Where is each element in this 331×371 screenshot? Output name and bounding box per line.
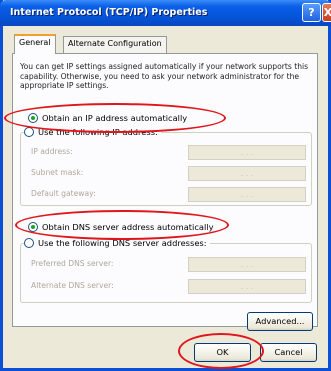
use-following-ip-option[interactable]: Use the following IP address:	[24, 127, 161, 137]
use-following-ip-label: Use the following IP address:	[38, 127, 158, 137]
obtain-dns-auto-option[interactable]: Obtain DNS server address automatically	[28, 222, 214, 232]
default-gateway-label: Default gateway:	[31, 189, 96, 198]
preferred-dns-label: Preferred DNS server:	[31, 259, 114, 268]
obtain-dns-auto-label: Obtain DNS server address automatically	[42, 222, 214, 232]
default-gateway-field[interactable]: . . .	[188, 187, 306, 202]
ok-button[interactable]: OK	[194, 343, 251, 362]
subnet-mask-field[interactable]: . . .	[188, 166, 306, 181]
help-button[interactable]: ?	[302, 3, 321, 22]
alternate-dns-field[interactable]: . . .	[188, 279, 306, 294]
obtain-ip-auto-radio[interactable]	[28, 113, 38, 123]
obtain-ip-auto-option[interactable]: Obtain an IP address automatically	[28, 113, 187, 123]
ip-address-label: IP address:	[31, 147, 73, 156]
use-following-dns-option[interactable]: Use the following DNS server addresses:	[24, 238, 210, 248]
ip-address-field[interactable]: . . .	[188, 145, 306, 160]
use-following-dns-radio[interactable]	[24, 238, 34, 248]
use-following-dns-label: Use the following DNS server addresses:	[38, 238, 207, 248]
alternate-dns-label: Alternate DNS server:	[31, 281, 114, 290]
close-button[interactable]: X	[322, 3, 331, 22]
description-text: You can get IP settings assigned automat…	[20, 62, 309, 90]
dns-server-group	[20, 243, 312, 303]
title-bar[interactable]: Internet Protocol (TCP/IP) Properties ? …	[0, 0, 331, 26]
obtain-dns-auto-radio[interactable]	[28, 222, 38, 232]
advanced-button[interactable]: Advanced...	[247, 312, 313, 331]
preferred-dns-field[interactable]: . . .	[188, 257, 306, 272]
obtain-ip-auto-label: Obtain an IP address automatically	[42, 113, 188, 123]
tab-alternate-configuration[interactable]: Alternate Configuration	[63, 36, 167, 53]
subnet-mask-label: Subnet mask:	[31, 168, 84, 177]
use-following-ip-radio[interactable]	[24, 127, 34, 137]
cancel-button[interactable]: Cancel	[260, 343, 317, 362]
window-title: Internet Protocol (TCP/IP) Properties	[10, 7, 208, 18]
tab-general[interactable]: General	[14, 34, 56, 54]
